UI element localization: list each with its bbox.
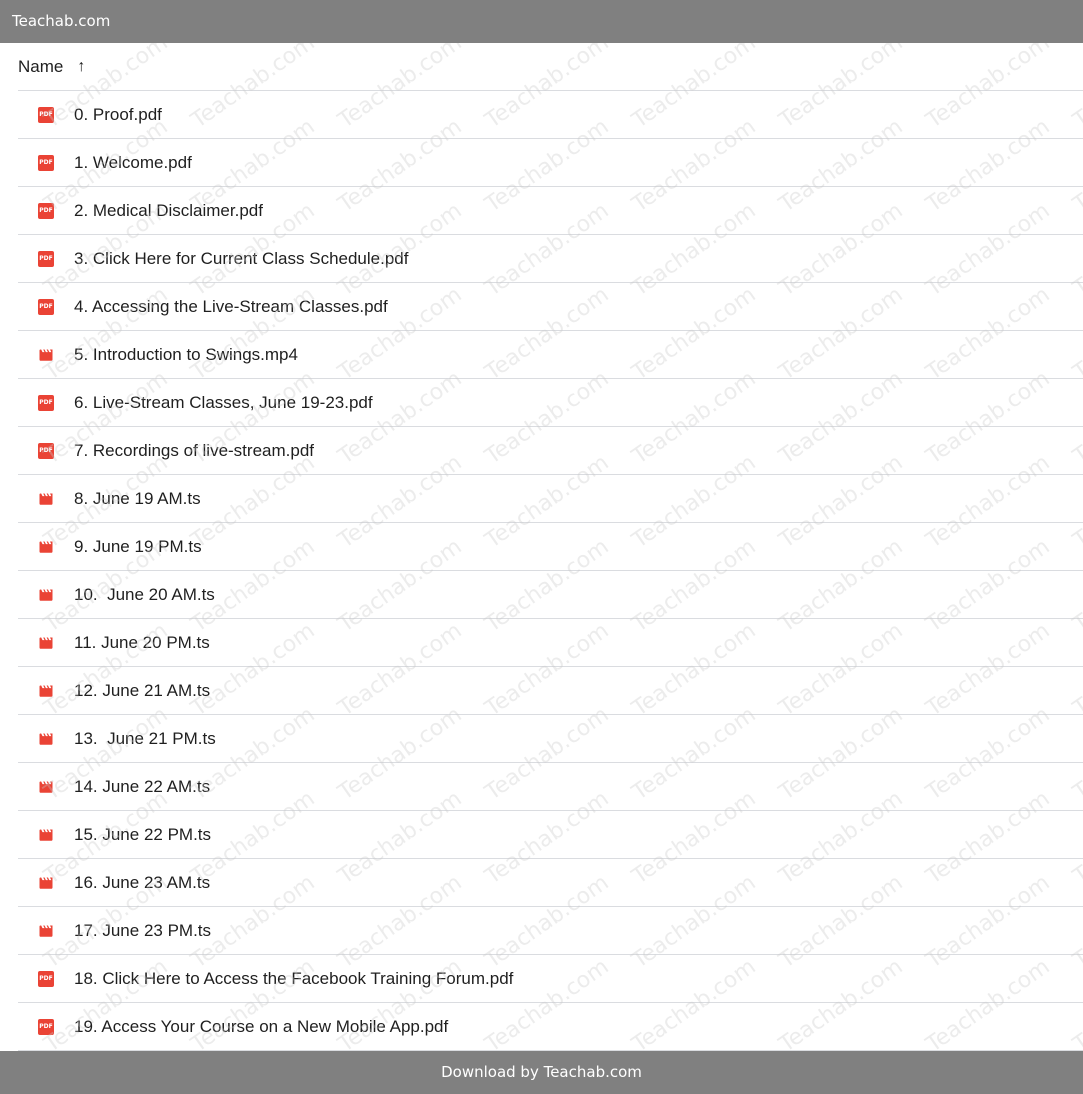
file-row[interactable]: PDF 3. Click Here for Current Class Sched… <box>18 235 1083 283</box>
video-file-icon <box>38 635 54 651</box>
pdf-file-icon: PDF <box>38 299 54 315</box>
file-name: 11. June 20 PM.ts <box>74 633 210 652</box>
list-header: Name ↑ <box>0 43 1083 91</box>
video-file-icon <box>38 683 54 699</box>
file-name: 0. Proof.pdf <box>74 105 162 124</box>
file-name: 4. Accessing the Live-Stream Classes.pdf <box>74 297 388 316</box>
file-name: 9. June 19 PM.ts <box>74 537 202 556</box>
video-file-icon <box>38 731 54 747</box>
pdf-file-icon: PDF <box>38 203 54 219</box>
file-name: 2. Medical Disclaimer.pdf <box>74 201 263 220</box>
file-name: 8. June 19 AM.ts <box>74 489 201 508</box>
file-row[interactable]: 5. Introduction to Swings.mp4 <box>18 331 1083 379</box>
file-row[interactable]: PDF 18. Click Here to Access the Facebook… <box>18 955 1083 1003</box>
file-name: 6. Live-Stream Classes, June 19-23.pdf <box>74 393 373 412</box>
video-file-icon <box>38 539 54 555</box>
file-name: 13. June 21 PM.ts <box>74 729 216 748</box>
file-row[interactable]: PDF 6. Live-Stream Classes, June 19-23.pd… <box>18 379 1083 427</box>
file-name: 14. June 22 AM.ts <box>74 777 211 796</box>
video-file-icon <box>38 779 54 795</box>
pdf-file-icon: PDF <box>38 395 54 411</box>
file-name: 7. Recordings of live-stream.pdf <box>74 441 314 460</box>
file-name: 19. Access Your Course on a New Mobile A… <box>74 1017 449 1036</box>
file-list: PDF 0. Proof.pdf PDF 1. Welcome.pdf PDF 2. Me… <box>18 91 1083 1051</box>
file-row[interactable]: 16. June 23 AM.ts <box>18 859 1083 907</box>
file-row[interactable]: 15. June 22 PM.ts <box>18 811 1083 859</box>
name-column-label: Name <box>18 57 64 76</box>
file-row[interactable]: PDF 7. Recordings of live-stream.pdf <box>18 427 1083 475</box>
file-row[interactable]: 13. June 21 PM.ts <box>18 715 1083 763</box>
file-name: 12. June 21 AM.ts <box>74 681 211 700</box>
video-file-icon <box>38 827 54 843</box>
video-file-icon <box>38 347 54 363</box>
bottom-bar: Download by Teachab.com <box>0 1051 1083 1094</box>
pdf-file-icon: PDF <box>38 971 54 987</box>
pdf-file-icon: PDF <box>38 1019 54 1035</box>
file-name: 17. June 23 PM.ts <box>74 921 212 940</box>
file-row[interactable]: 14. June 22 AM.ts <box>18 763 1083 811</box>
download-credit: Download by Teachab.com <box>441 1063 642 1081</box>
file-row[interactable]: 10. June 20 AM.ts <box>18 571 1083 619</box>
video-file-icon <box>38 923 54 939</box>
file-name: 16. June 23 AM.ts <box>74 873 211 892</box>
file-row[interactable]: PDF 2. Medical Disclaimer.pdf <box>18 187 1083 235</box>
pdf-file-icon: PDF <box>38 251 54 267</box>
file-name: 10. June 20 AM.ts <box>74 585 215 604</box>
top-bar: Teachab.com <box>0 0 1083 43</box>
pdf-file-icon: PDF <box>38 155 54 171</box>
video-file-icon <box>38 587 54 603</box>
pdf-file-icon: PDF <box>38 443 54 459</box>
file-name: 1. Welcome.pdf <box>74 153 192 172</box>
video-file-icon <box>38 875 54 891</box>
file-row[interactable]: 9. June 19 PM.ts <box>18 523 1083 571</box>
file-name: 3. Click Here for Current Class Schedule… <box>74 249 409 268</box>
pdf-file-icon: PDF <box>38 107 54 123</box>
file-row[interactable]: PDF 1. Welcome.pdf <box>18 139 1083 187</box>
file-row[interactable]: PDF 0. Proof.pdf <box>18 91 1083 139</box>
file-row[interactable]: 12. June 21 AM.ts <box>18 667 1083 715</box>
name-column-header[interactable]: Name ↑ <box>18 43 85 91</box>
file-name: 18. Click Here to Access the Facebook Tr… <box>74 969 514 988</box>
file-name: 5. Introduction to Swings.mp4 <box>74 345 298 364</box>
file-row[interactable]: PDF 4. Accessing the Live-Stream Classes.… <box>18 283 1083 331</box>
file-row[interactable]: PDF 19. Access Your Course on a New Mobil… <box>18 1003 1083 1051</box>
file-name: 15. June 22 PM.ts <box>74 825 212 844</box>
file-row[interactable]: 17. June 23 PM.ts <box>18 907 1083 955</box>
file-row[interactable]: 8. June 19 AM.ts <box>18 475 1083 523</box>
video-file-icon <box>38 491 54 507</box>
sort-ascending-icon[interactable]: ↑ <box>77 59 85 75</box>
site-title: Teachab.com <box>12 12 111 30</box>
file-row[interactable]: 11. June 20 PM.ts <box>18 619 1083 667</box>
